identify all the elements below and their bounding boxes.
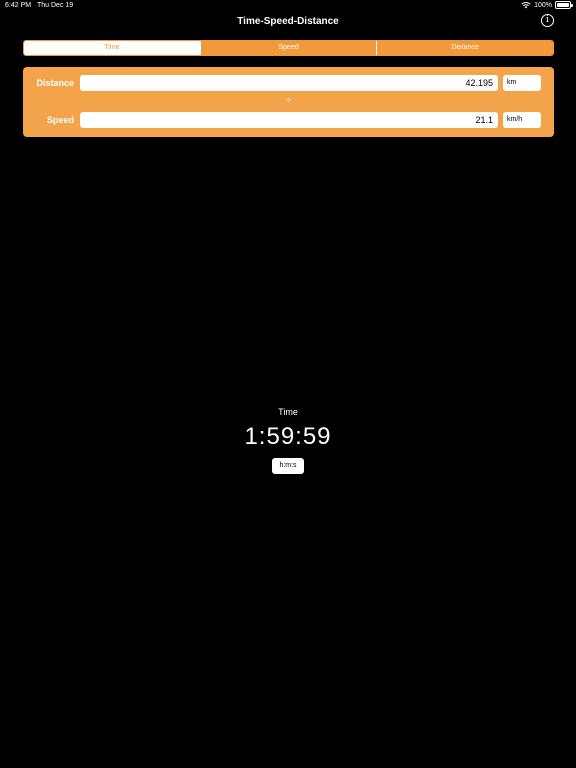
divide-operator: ÷ (285, 95, 292, 106)
wifi-icon (521, 2, 531, 9)
speed-input[interactable]: 21.1 (80, 112, 498, 128)
info-icon[interactable]: i (541, 14, 554, 27)
input-panel: Distance 42.195 km ÷ Speed 21.1 km/h (23, 67, 554, 137)
battery-icon (555, 1, 573, 9)
battery-percent: 100% (534, 1, 552, 9)
distance-unit-select[interactable]: km (503, 75, 541, 91)
result-value: 1:59:59 (244, 423, 332, 450)
tab-time[interactable]: Time (24, 41, 200, 55)
distance-label: Distance (36, 78, 74, 88)
app-window: 6:42 PM Thu Dec 19 100% Time-Speed-Dista… (0, 0, 576, 768)
tab-distance[interactable]: Distance (376, 41, 553, 55)
tab-speed[interactable]: Speed (199, 41, 377, 55)
mode-segmented-control: Time Speed Distance (23, 40, 554, 56)
result-label: Time (278, 407, 298, 417)
speed-label: Speed (46, 115, 74, 125)
status-time: 6:42 PM (5, 2, 32, 9)
status-date: Thu Dec 19 (37, 2, 74, 9)
status-indicators: 100% (521, 1, 573, 9)
distance-input[interactable]: 42.195 (80, 75, 498, 91)
result-unit-button[interactable]: h:m:s (272, 458, 304, 474)
status-bar: 6:42 PM Thu Dec 19 100% (0, 0, 576, 12)
page-title: Time-Speed-Distance (237, 16, 339, 27)
speed-unit-select[interactable]: km/h (503, 112, 541, 128)
